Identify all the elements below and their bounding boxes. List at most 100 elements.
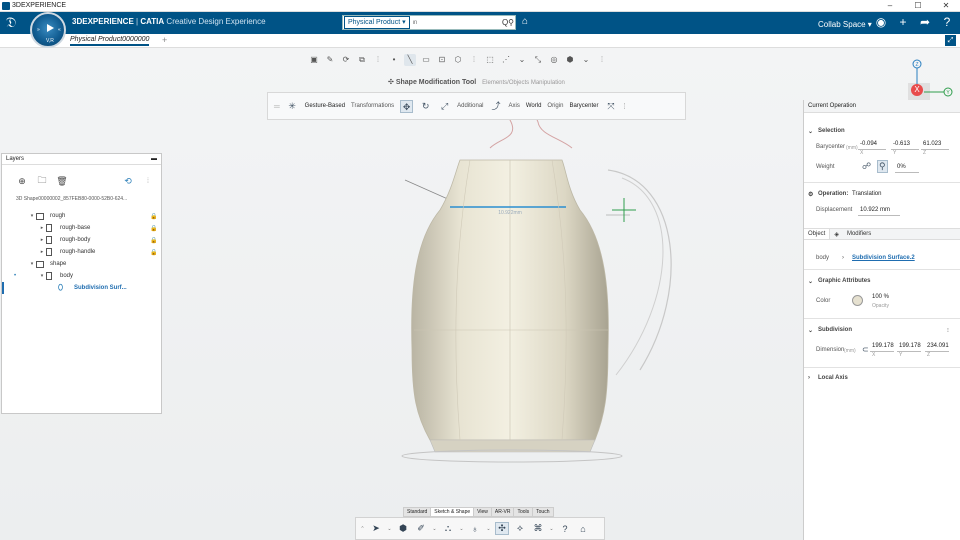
axis-icon[interactable]: ⤴ — [490, 100, 503, 113]
barycenter-x-value[interactable]: -0.094 — [860, 141, 877, 147]
ds-logo-icon[interactable]: 𝔇 — [6, 15, 16, 31]
cube-icon[interactable]: ⬢ — [564, 54, 576, 66]
line-icon[interactable]: ╲ — [404, 54, 416, 66]
maximize-button[interactable]: ☐ — [904, 0, 932, 12]
opacity-value[interactable]: 100 % — [872, 294, 889, 300]
displacement-value[interactable]: 10.922 mm — [860, 207, 890, 213]
selection-box-icon[interactable]: ⬚ — [484, 54, 496, 66]
parameters-icon[interactable]: ⌘ — [531, 523, 545, 534]
tree-item-subdivision-surface[interactable]: ⬯ Subdivision Surf... — [2, 282, 161, 294]
tree-item-shape[interactable]: ▾ shape — [2, 258, 161, 270]
tree-item-rough[interactable]: ▾ rough 🔒 — [2, 210, 161, 222]
weight-falloff-icon[interactable]: ☍ — [862, 161, 871, 172]
dimension-y-value[interactable]: 199.178 — [899, 343, 921, 349]
dimension-z-value[interactable]: 234.091 — [927, 343, 949, 349]
expand-arrow-icon[interactable]: ▸ — [38, 249, 46, 255]
reshape-icon[interactable]: ⟡ — [513, 523, 527, 534]
axis-dropdown[interactable]: World — [526, 103, 542, 109]
more-icon[interactable]: ⁝ — [947, 327, 949, 334]
tree-item-rough-base[interactable]: ▸ rough-base 🔒 — [2, 222, 161, 234]
scatter-icon[interactable]: ⋰ — [500, 54, 512, 66]
minimize-button[interactable]: – — [876, 0, 904, 12]
expand-arrow-icon[interactable]: ▾ — [28, 261, 36, 267]
tab-standard[interactable]: Standard — [403, 507, 432, 517]
tab-ar-vr[interactable]: AR-VR — [490, 507, 515, 517]
share-icon[interactable]: ➦ — [918, 15, 932, 30]
link-icon[interactable]: ⧉ — [356, 54, 368, 66]
gesture-icon[interactable]: ✳ — [286, 100, 299, 113]
chevron-down-icon-5[interactable]: ⌄ — [549, 526, 554, 532]
tree-item-rough-handle[interactable]: ▸ rough-handle 🔒 — [2, 246, 161, 258]
weight-brush-icon[interactable]: ⚲ — [877, 160, 888, 173]
expand-arrow-icon[interactable]: ▾ — [28, 213, 36, 219]
chevron-down-icon-4[interactable]: ⌄ — [486, 526, 491, 532]
tab-tools[interactable]: Tools — [513, 507, 534, 517]
tab-touch[interactable]: Touch — [532, 507, 554, 517]
collapse-icon[interactable]: ▬ — [151, 156, 157, 162]
origin-dropdown[interactable]: Barycenter — [569, 103, 598, 109]
tab-view[interactable]: View — [473, 507, 492, 517]
dimension-x-value[interactable]: 199.178 — [872, 343, 894, 349]
shape-modification-icon[interactable]: ✣ — [495, 522, 509, 535]
lock-icon[interactable]: 🔒 — [150, 249, 157, 256]
sketch-icon[interactable]: ✐ — [414, 523, 428, 534]
rotate-icon[interactable]: ↻ — [419, 100, 432, 113]
expand-arrow-icon[interactable]: ▸ — [38, 237, 46, 243]
lock-icon[interactable]: 🔒 — [150, 225, 157, 232]
link-dimensions-icon[interactable]: ⊂ — [862, 345, 869, 354]
add-icon[interactable]: + — [896, 15, 910, 30]
cube-icon[interactable]: ⬢ — [396, 523, 410, 534]
select-icon[interactable]: ➤ — [369, 523, 383, 534]
grip-icon-2[interactable]: ⁞ — [623, 102, 625, 111]
close-window-button[interactable]: ✕ — [932, 0, 960, 12]
search-scope-dropdown[interactable]: Physical Product ▾ — [344, 16, 410, 29]
rectangle-icon[interactable]: ▭ — [420, 54, 432, 66]
translate-icon[interactable]: ✥ — [400, 99, 414, 113]
sync-icon[interactable]: ⟲ — [122, 176, 134, 187]
lock-icon[interactable]: 🔒 — [150, 213, 157, 220]
color-swatch[interactable] — [852, 295, 863, 306]
expand-section-icon[interactable]: › — [808, 375, 810, 381]
tree-item-body[interactable]: • ▾ body — [2, 270, 161, 282]
edit-icon[interactable]: ✎ — [324, 54, 336, 66]
tab-modifiers-icon[interactable]: ◈ — [830, 229, 843, 239]
grip-icon[interactable]: ═ — [274, 102, 280, 111]
chevron-down-icon-2[interactable]: ⌄ — [580, 54, 592, 66]
tag-icon[interactable]: ⌂ — [522, 16, 534, 28]
new-layer-icon[interactable]: ⊕ — [16, 176, 28, 187]
compass-right-quadrant[interactable]: « — [58, 27, 61, 33]
chevron-down-icon[interactable]: ⌄ — [516, 54, 528, 66]
compass-vr-label[interactable]: V,R — [46, 38, 54, 44]
chevron-down-icon-2[interactable]: ⌄ — [432, 526, 437, 532]
point-icon[interactable]: • — [388, 54, 400, 66]
lock-icon[interactable]: ⊡ — [436, 54, 448, 66]
new-folder-icon[interactable]: 🗀 — [36, 173, 48, 189]
home-icon[interactable]: ⌂ — [576, 524, 590, 534]
weight-value[interactable]: 0% — [897, 164, 906, 170]
image-icon[interactable]: ▣ — [308, 54, 320, 66]
collapse-section-icon-2[interactable]: ⌄ — [808, 327, 813, 334]
tab-sketch-shape[interactable]: Sketch & Shape — [430, 507, 475, 517]
chevron-down-icon-3[interactable]: ⌄ — [459, 526, 464, 532]
search-input[interactable] — [409, 19, 501, 26]
barycenter-z-value[interactable]: 61.023 — [923, 141, 941, 147]
layer-root[interactable]: 3D Shape00000002_857FEB80-0000-52B0-624.… — [16, 196, 161, 202]
compass-play-icon[interactable] — [47, 24, 54, 32]
snap-icon[interactable]: ⤡ — [532, 54, 544, 66]
chevron-up-icon[interactable]: ⌃ — [360, 526, 365, 532]
local-axis-label[interactable]: Local Axis — [818, 375, 848, 381]
grip-icon[interactable]: ⁞ — [142, 178, 154, 185]
mode-dropdown[interactable]: Gesture-Based — [305, 103, 345, 109]
collapse-section-icon[interactable]: ⌄ — [808, 278, 813, 285]
user-avatar-icon[interactable]: ◉ — [874, 15, 888, 30]
help-icon[interactable]: ? — [940, 15, 954, 30]
sculpt-icon[interactable]: ♁ — [468, 524, 482, 534]
subdivision-surface-link[interactable]: Subdivision Surface.2 — [852, 255, 915, 261]
jug-3d-model[interactable]: 10.922mm — [390, 110, 710, 480]
subdivision-icon[interactable]: ⛬ — [441, 523, 455, 534]
expand-icon[interactable]: ⤢ — [945, 35, 956, 46]
help-circle-icon[interactable]: ? — [558, 524, 572, 534]
delete-icon[interactable]: 🗑 — [56, 176, 68, 187]
expand-arrow-icon[interactable]: ▸ — [38, 225, 46, 231]
add-tab-button[interactable]: + — [162, 35, 167, 45]
